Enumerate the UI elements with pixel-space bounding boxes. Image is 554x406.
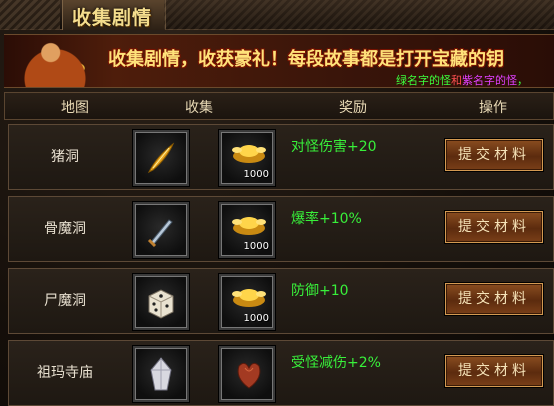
title-bar: 收集剧情 [0, 0, 554, 30]
banner-subtitle: 绿名字的怪和紫名字的怪， [396, 72, 528, 87]
map-name: 猪洞 [51, 149, 79, 165]
warrior-portrait-icon [12, 37, 98, 87]
item-quantity: 1000 [243, 169, 269, 180]
window-title: 收集剧情 [72, 7, 153, 29]
reward-text: 受怪减伤+2% [291, 355, 381, 371]
map-name: 祖玛寺庙 [37, 365, 93, 381]
item-quantity: 1000 [243, 241, 269, 252]
header-collect: 收集 [185, 100, 213, 116]
banner-sub-part-1: 绿名字的怪 [396, 74, 451, 87]
submit-materials-button[interactable]: 提交材料 [445, 355, 543, 387]
table-row: 尸魔洞 1000 防御+10 提交材料 [8, 268, 554, 334]
collect-slot-1[interactable] [133, 274, 189, 330]
map-name: 骨魔洞 [44, 221, 86, 237]
banner-sub-part-4: ， [517, 74, 528, 87]
table-header: 地图 收集 奖励 操作 [4, 92, 554, 120]
dagger-icon [147, 219, 173, 248]
collect-slot-2[interactable] [219, 346, 275, 402]
header-map: 地图 [61, 100, 89, 116]
event-banner: 收集剧情，收获豪礼！每段故事都是打开宝藏的钥 绿名字的怪和紫名字的怪， [4, 34, 554, 88]
crystal-icon [150, 357, 172, 391]
table-row: 猪洞 1000 对怪伤害+20 提交材料 [8, 124, 554, 190]
dice-icon [148, 289, 174, 319]
header-action: 操作 [479, 100, 507, 116]
table-row: 祖玛寺庙 受怪减伤+2% 提交材料 [8, 340, 554, 406]
gold-ingot-icon [232, 145, 266, 163]
submit-materials-button[interactable]: 提交材料 [445, 211, 543, 243]
submit-materials-button[interactable]: 提交材料 [445, 139, 543, 171]
map-name: 尸魔洞 [44, 293, 86, 309]
collection-story-panel: 收集剧情 收集剧情，收获豪礼！每段故事都是打开宝藏的钥 绿名字的怪和紫名字的怪，… [0, 0, 554, 406]
reward-text: 防御+10 [291, 283, 349, 299]
reward-text: 爆率+10% [291, 211, 362, 227]
feather-icon [147, 142, 175, 174]
banner-sub-part-2: 和 [451, 74, 462, 87]
collect-slot-2[interactable]: 1000 [219, 274, 275, 330]
gold-ingot-icon [232, 217, 266, 235]
gold-ingot-icon [232, 289, 266, 307]
collect-slot-1[interactable] [133, 202, 189, 258]
banner-headline: 收集剧情，收获豪礼！每段故事都是打开宝藏的钥 [108, 49, 504, 70]
header-reward: 奖励 [339, 100, 367, 116]
submit-materials-button[interactable]: 提交材料 [445, 283, 543, 315]
collect-slot-2[interactable]: 1000 [219, 130, 275, 186]
collect-slot-1[interactable] [133, 130, 189, 186]
item-quantity: 1000 [243, 313, 269, 324]
collect-slot-1[interactable] [133, 346, 189, 402]
reward-text: 对怪伤害+20 [291, 139, 377, 155]
collect-slot-2[interactable]: 1000 [219, 202, 275, 258]
table-row: 骨魔洞 1000 爆率+10% 提交材料 [8, 196, 554, 262]
banner-sub-part-3: 紫名字的怪 [462, 74, 517, 87]
title-ornament-left [0, 0, 60, 30]
heart-organ-icon [237, 362, 261, 389]
title-ornament-right [164, 0, 554, 30]
